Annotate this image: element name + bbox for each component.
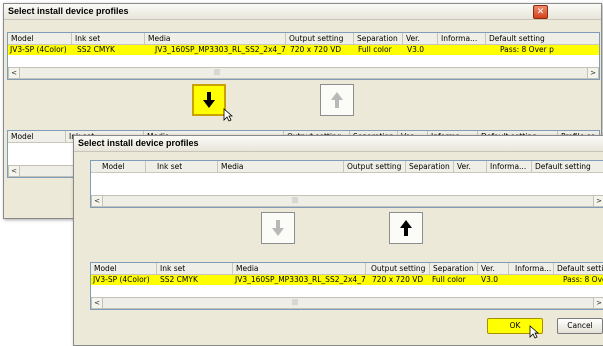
cell-ink-set: SS2 CMYK (160, 275, 198, 284)
grid-header: Model Ink set Media Output setting Separ… (91, 161, 603, 173)
cell-model: JV3-SP (4Color) (10, 45, 67, 54)
cell-media: JV3_160SP_MP3303_RL_SS2_2x4_720 (155, 45, 286, 54)
move-up-button[interactable] (389, 212, 423, 244)
close-button[interactable]: ✕ (533, 5, 548, 19)
scroll-left-button[interactable]: < (92, 298, 103, 308)
table-row-selected[interactable]: JV3-SP (4Color) SS2 CMYK JV3_160SP_MP330… (91, 275, 603, 285)
cell-model: JV3-SP (4Color) (93, 275, 150, 284)
column-header-output-setting[interactable]: Output setting (286, 33, 354, 44)
horizontal-scrollbar[interactable]: < ||| > (91, 297, 603, 309)
scroll-left-button[interactable]: < (9, 166, 20, 176)
title-bar: Select install device profiles (74, 136, 603, 152)
select-profiles-dialog-front: Select install device profiles Model Ink… (73, 135, 603, 346)
scroll-thumb-grip[interactable]: ||| (214, 68, 220, 78)
available-profiles-grid: Model Ink set Media Output setting Separ… (90, 160, 603, 208)
column-header-information[interactable]: Informa... (509, 263, 554, 274)
column-header-version[interactable]: Ver. (403, 33, 438, 44)
cell-information (509, 275, 554, 285)
column-header-version[interactable]: Ver. (454, 161, 487, 172)
column-header-default-setting[interactable]: Default setting (486, 33, 599, 44)
column-header-information[interactable]: Informa... (487, 161, 532, 172)
grid-header: Model Ink set Media Output setting Separ… (8, 33, 599, 45)
grid-header: Model Ink set Media Output setting Separ… (91, 263, 603, 275)
install-profiles-grid: Model Ink set Media Output setting Separ… (90, 262, 603, 310)
horizontal-scrollbar[interactable]: < ||| > (91, 195, 603, 207)
column-header-media[interactable]: Media (218, 161, 344, 172)
cell-default-setting: Pass: 8 Over p (563, 275, 603, 284)
column-header-model[interactable]: Model (8, 33, 72, 44)
column-header-model[interactable]: Model (8, 131, 66, 142)
move-down-button[interactable] (261, 212, 295, 244)
column-header-ink-set[interactable]: Ink set (146, 161, 218, 172)
column-header-media[interactable]: Media (145, 33, 286, 44)
arrow-up-icon (331, 92, 343, 108)
cell-version: V3.0 (407, 45, 425, 54)
scroll-left-button[interactable]: < (9, 68, 20, 78)
column-header-media[interactable]: Media (233, 263, 366, 274)
column-header-version[interactable]: Ver. (478, 263, 509, 274)
cell-version: V3.0 (481, 275, 499, 284)
title-bar: Select install device profiles ✕ (4, 4, 601, 20)
arrow-down-icon (203, 92, 215, 108)
column-header-default-setting[interactable]: Default setting (532, 161, 603, 172)
horizontal-scrollbar[interactable]: < ||| > (8, 67, 599, 79)
scroll-left-button[interactable]: < (92, 196, 103, 206)
scroll-right-button[interactable]: > (593, 298, 603, 308)
column-header-ink-set[interactable]: Ink set (157, 263, 233, 274)
column-header-information[interactable]: Informa... (438, 33, 486, 44)
scroll-right-button[interactable]: > (587, 68, 598, 78)
arrow-down-icon (272, 220, 284, 236)
column-header-separation[interactable]: Separation (354, 33, 403, 44)
scroll-thumb-grip[interactable]: ||| (292, 298, 298, 308)
dialog-title: Select install device profiles (78, 138, 199, 148)
move-up-button[interactable] (320, 84, 354, 116)
scroll-thumb-grip[interactable]: ||| (292, 196, 298, 206)
column-header-separation[interactable]: Separation (406, 161, 454, 172)
column-header-separation[interactable]: Separation (430, 263, 478, 274)
column-header-output-setting[interactable]: Output setting (366, 263, 430, 274)
cell-default-setting: Pass: 8 Over p (500, 45, 554, 54)
column-header-model[interactable]: Model (91, 161, 146, 172)
move-down-button[interactable] (192, 84, 226, 116)
column-header-ink-set[interactable]: Ink set (72, 33, 145, 44)
cell-separation: Full color (432, 275, 466, 284)
dialog-title: Select install device profiles (8, 6, 129, 16)
cell-separation: Full color (358, 45, 392, 54)
mouse-pointer-icon (223, 108, 233, 122)
column-header-default-setting[interactable]: Default setting (554, 263, 603, 274)
cell-information (438, 45, 486, 55)
column-header-output-setting[interactable]: Output setting (344, 161, 406, 172)
scroll-right-button[interactable]: > (593, 196, 603, 206)
arrow-up-icon (400, 220, 412, 236)
column-header-model[interactable]: Model (91, 263, 157, 274)
cell-ink-set: SS2 CMYK (77, 45, 115, 54)
cancel-button[interactable]: Cancel (557, 318, 603, 334)
cell-media: JV3_160SP_MP3303_RL_SS2_2x4_720 (235, 275, 366, 284)
table-row-selected[interactable]: JV3-SP (4Color) SS2 CMYK JV3_160SP_MP330… (8, 45, 599, 55)
cell-output-setting: 720 x 720 VD (290, 45, 342, 54)
cell-output-setting: 720 x 720 VD (372, 275, 424, 284)
mouse-pointer-icon (529, 325, 539, 339)
available-profiles-grid: Model Ink set Media Output setting Separ… (7, 32, 600, 80)
